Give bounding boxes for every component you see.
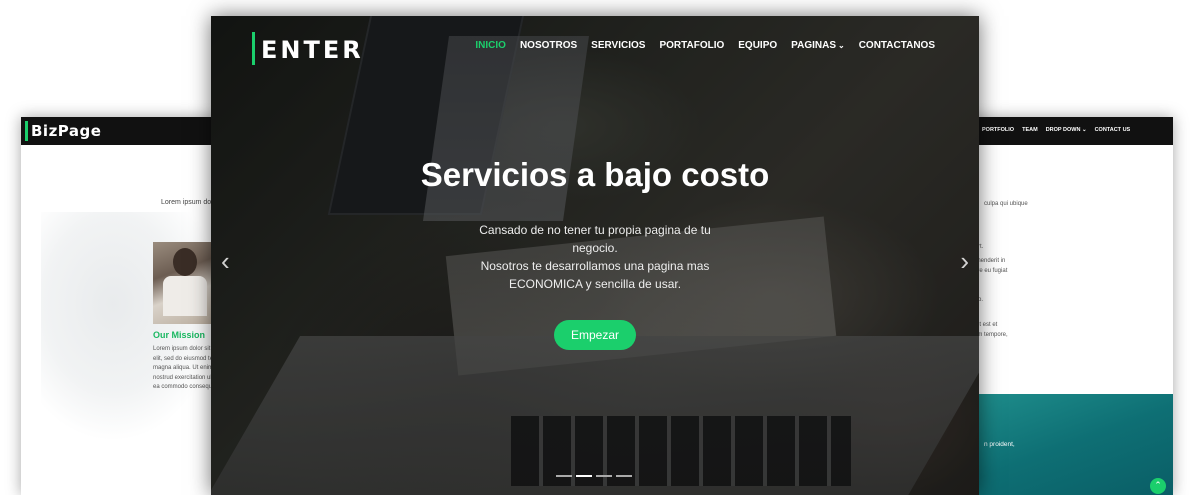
mission-title: Our Mission	[153, 330, 206, 340]
right-nav-portfolio[interactable]: PORTFOLIO	[982, 127, 1014, 133]
right-header: PORTFOLIO TEAM DROP DOWN ⌄ CONTACT US	[966, 117, 1173, 145]
hero-line: Cansado de no tener tu propia pagina de …	[479, 223, 711, 237]
left-logo[interactable]: BizPage	[31, 122, 101, 140]
carousel-indicator[interactable]	[616, 475, 632, 477]
right-text-fragment: culpa qui ubique	[984, 201, 1028, 207]
start-button[interactable]: Empezar	[554, 320, 636, 350]
hero-line: negocio.	[572, 241, 618, 255]
main-nav: INICIO NOSOTROS SERVICIOS PORTAFOLIO EQU…	[475, 40, 935, 51]
nav-item-inicio[interactable]: INICIO	[475, 40, 506, 51]
carousel-indicator-active[interactable]	[576, 475, 592, 477]
right-nav-dropdown-label: DROP DOWN	[1045, 127, 1081, 133]
nav-item-paginas[interactable]: PAGINAS ⌄	[791, 40, 845, 51]
nav-item-nosotros[interactable]: NOSOTROS	[520, 40, 577, 51]
nav-item-servicios[interactable]: SERVICIOS	[591, 40, 645, 51]
carousel-next-arrow-icon[interactable]: ›	[960, 246, 969, 277]
nav-item-equipo[interactable]: EQUIPO	[738, 40, 777, 51]
right-nav-contact[interactable]: CONTACT US	[1095, 127, 1131, 133]
main-preview-page: ENTER INICIO NOSOTROS SERVICIOS PORTAFOL…	[211, 16, 979, 495]
hero-description: Cansado de no tener tu propia pagina de …	[211, 221, 979, 293]
carousel-indicator[interactable]	[596, 475, 612, 477]
carousel-indicators	[556, 475, 632, 477]
nav-item-contactanos[interactable]: CONTACTANOS	[859, 40, 935, 51]
nav-item-portafolio[interactable]: PORTAFOLIO	[659, 40, 724, 51]
chevron-up-icon: ⌃	[1154, 480, 1162, 490]
nav-item-paginas-label: PAGINAS	[791, 40, 836, 51]
left-preview-page: BizPage Lorem ipsum do Our Mission Lorem…	[21, 117, 221, 495]
left-tagline: Lorem ipsum do	[161, 199, 212, 206]
right-preview-page: PORTFOLIO TEAM DROP DOWN ⌄ CONTACT US cu…	[966, 117, 1173, 495]
brand-accent-bar	[252, 32, 255, 65]
chevron-down-icon: ⌄	[838, 41, 845, 50]
scroll-top-button[interactable]: ⌃	[1150, 478, 1166, 494]
brand-logo[interactable]: ENTER	[261, 36, 364, 64]
right-nav-team[interactable]: TEAM	[1022, 127, 1038, 133]
carousel-indicator[interactable]	[556, 475, 572, 477]
chevron-down-icon: ⌄	[1081, 127, 1087, 133]
right-nav: PORTFOLIO TEAM DROP DOWN ⌄ CONTACT US	[982, 127, 1130, 133]
left-header: BizPage	[21, 117, 221, 145]
right-nav-dropdown[interactable]: DROP DOWN ⌄	[1046, 127, 1087, 133]
right-text-fragment: ore eu fugiat	[974, 268, 1008, 274]
left-logo-accent	[25, 121, 28, 141]
hero-title: Servicios a bajo costo	[420, 156, 770, 193]
hero-line: ECONOMICA y sencilla de usar.	[508, 277, 682, 291]
right-text-fragment: im tempore,	[976, 332, 1008, 338]
right-text-fragment: nt est et	[976, 322, 998, 328]
right-teal-text: n proident,	[984, 441, 1015, 448]
carousel-prev-arrow-icon[interactable]: ‹	[221, 246, 230, 277]
hero-line: Nosotros te desarrollamos una pagina mas	[480, 259, 710, 273]
